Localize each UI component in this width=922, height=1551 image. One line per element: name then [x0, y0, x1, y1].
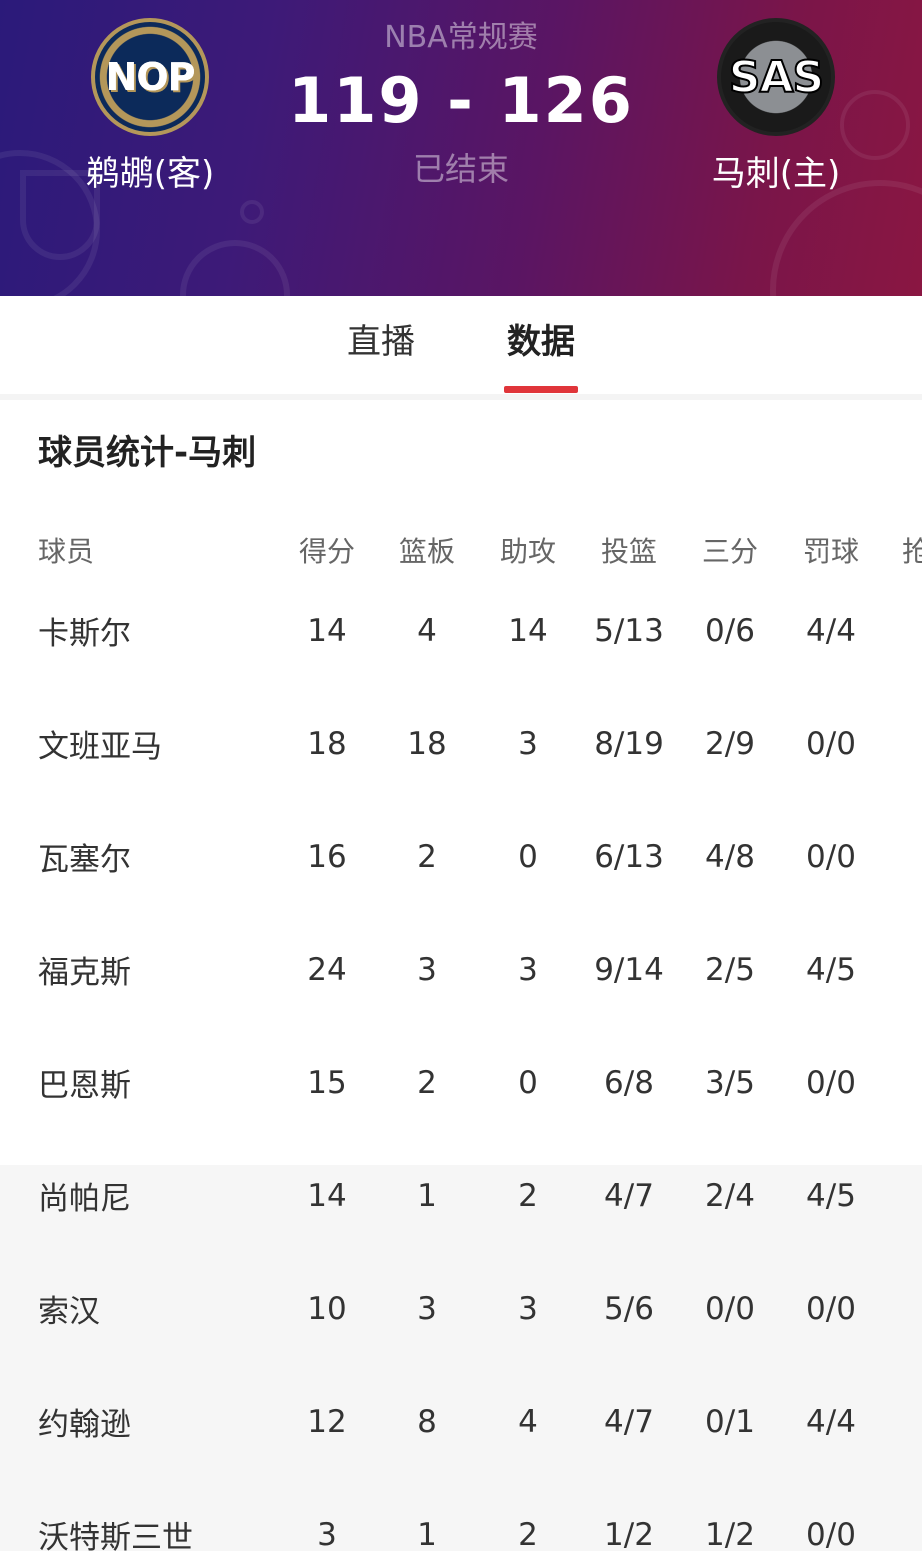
active-tab-indicator	[504, 386, 578, 393]
cell-assists: 2	[518, 1177, 538, 1214]
section-divider	[0, 394, 922, 400]
cell-assists: 3	[518, 951, 538, 988]
cell-assists: 0	[518, 1064, 538, 1101]
cell-points: 14	[307, 612, 347, 649]
cell-points: 16	[307, 838, 347, 875]
score-panel: NBA常规赛 119 - 126 已结束	[261, 18, 661, 190]
cell-assists: 0	[518, 838, 538, 875]
cell-rebounds: 4	[417, 612, 437, 649]
cell-field-goals: 4/7	[604, 1177, 654, 1214]
cell-player-name: 瓦塞尔	[38, 842, 131, 878]
cell-assists: 3	[518, 1290, 538, 1327]
away-team-logo: NOP	[91, 18, 209, 136]
home-team-logo: SAS	[717, 18, 835, 136]
cell-player-name: 福克斯	[38, 955, 131, 991]
stats-section-title: 球员统计-马刺	[38, 433, 257, 473]
league-label: NBA常规赛	[384, 20, 538, 55]
cell-three-pointers: 3/5	[705, 1064, 755, 1101]
away-team-logo-text: NOP	[105, 55, 196, 99]
decoration-circle	[180, 240, 290, 296]
cell-player-name: 索汉	[38, 1294, 100, 1330]
cell-rebounds: 3	[417, 951, 437, 988]
cell-field-goals: 4/7	[604, 1403, 654, 1440]
away-team[interactable]: NOP 鹈鹕(客)	[30, 18, 270, 196]
cell-three-pointers: 0/1	[705, 1403, 755, 1440]
cell-points: 15	[307, 1064, 347, 1101]
tab-live[interactable]: 直播	[345, 320, 417, 390]
game-header: NOP 鹈鹕(客) NBA常规赛 119 - 126 已结束 SAS 马刺(主)	[0, 0, 922, 296]
cell-player-name: 文班亚马	[38, 729, 162, 765]
table-row[interactable]: 沃特斯三世 3 1 2 1/2 1/2 0/0	[0, 1504, 922, 1551]
cell-field-goals: 8/19	[594, 725, 664, 762]
decoration-circle	[240, 200, 264, 224]
cell-field-goals: 1/2	[604, 1516, 654, 1551]
cell-assists: 14	[508, 612, 548, 649]
cell-points: 14	[307, 1177, 347, 1214]
cell-points: 12	[307, 1403, 347, 1440]
home-team-name: 马刺(主)	[711, 154, 841, 194]
cell-free-throws: 0/0	[806, 1064, 856, 1101]
cell-free-throws: 4/5	[806, 1177, 856, 1214]
cell-rebounds: 2	[417, 838, 437, 875]
cell-free-throws: 0/0	[806, 838, 856, 875]
cell-player-name: 尚帕尼	[38, 1181, 131, 1217]
cell-field-goals: 6/13	[594, 838, 664, 875]
cell-points: 3	[317, 1516, 337, 1551]
cell-three-pointers: 0/6	[705, 612, 755, 649]
cell-three-pointers: 2/9	[705, 725, 755, 762]
cell-points: 24	[307, 951, 347, 988]
cell-free-throws: 4/5	[806, 951, 856, 988]
cell-field-goals: 9/14	[594, 951, 664, 988]
final-score: 119 - 126	[288, 64, 634, 137]
cell-field-goals: 6/8	[604, 1064, 654, 1101]
cell-rebounds: 2	[417, 1064, 437, 1101]
home-team[interactable]: SAS 马刺(主)	[656, 18, 896, 196]
cell-three-pointers: 0/0	[705, 1290, 755, 1327]
away-team-name: 鹈鹕(客)	[85, 154, 215, 194]
cell-free-throws: 4/4	[806, 1403, 856, 1440]
cell-player-name: 沃特斯三世	[38, 1520, 193, 1551]
cell-three-pointers: 2/4	[705, 1177, 755, 1214]
cell-free-throws: 0/0	[806, 1290, 856, 1327]
cell-points: 10	[307, 1290, 347, 1327]
cell-player-name: 卡斯尔	[38, 616, 131, 652]
cell-assists: 2	[518, 1516, 538, 1551]
cell-assists: 4	[518, 1403, 538, 1440]
cell-player-name: 约翰逊	[38, 1407, 131, 1443]
tab-data[interactable]: 数据	[504, 320, 578, 390]
cell-free-throws: 0/0	[806, 1516, 856, 1551]
player-stats-table: 球员 得分 篮板 助攻 投篮 三分 罚球 抢 卡斯尔 14 4 14 5/13 0/6 4/…	[0, 500, 922, 1551]
cell-three-pointers: 2/5	[705, 951, 755, 988]
cell-three-pointers: 4/8	[705, 838, 755, 875]
cell-rebounds: 1	[417, 1516, 437, 1551]
cell-rebounds: 3	[417, 1290, 437, 1327]
basketball-decoration-icon	[770, 180, 922, 296]
cell-points: 18	[307, 725, 347, 762]
cell-assists: 3	[518, 725, 538, 762]
cell-field-goals: 5/6	[604, 1290, 654, 1327]
cell-free-throws: 4/4	[806, 612, 856, 649]
column-header-steals[interactable]: 抢	[882, 500, 922, 600]
cell-three-pointers: 1/2	[705, 1516, 755, 1551]
cell-field-goals: 5/13	[594, 612, 664, 649]
cell-rebounds: 8	[417, 1403, 437, 1440]
game-status: 已结束	[412, 150, 509, 188]
tab-bar: 直播 数据	[0, 296, 922, 394]
cell-rebounds: 1	[417, 1177, 437, 1214]
cell-player-name: 巴恩斯	[38, 1068, 131, 1104]
home-team-logo-text: SAS	[728, 51, 825, 104]
table-body: 卡斯尔 14 4 14 5/13 0/6 4/4 文班亚马 18 18 3 8/19 2/9 0/0 瓦塞尔…	[0, 600, 922, 1551]
cell-rebounds: 18	[407, 725, 447, 762]
cell-free-throws: 0/0	[806, 725, 856, 762]
